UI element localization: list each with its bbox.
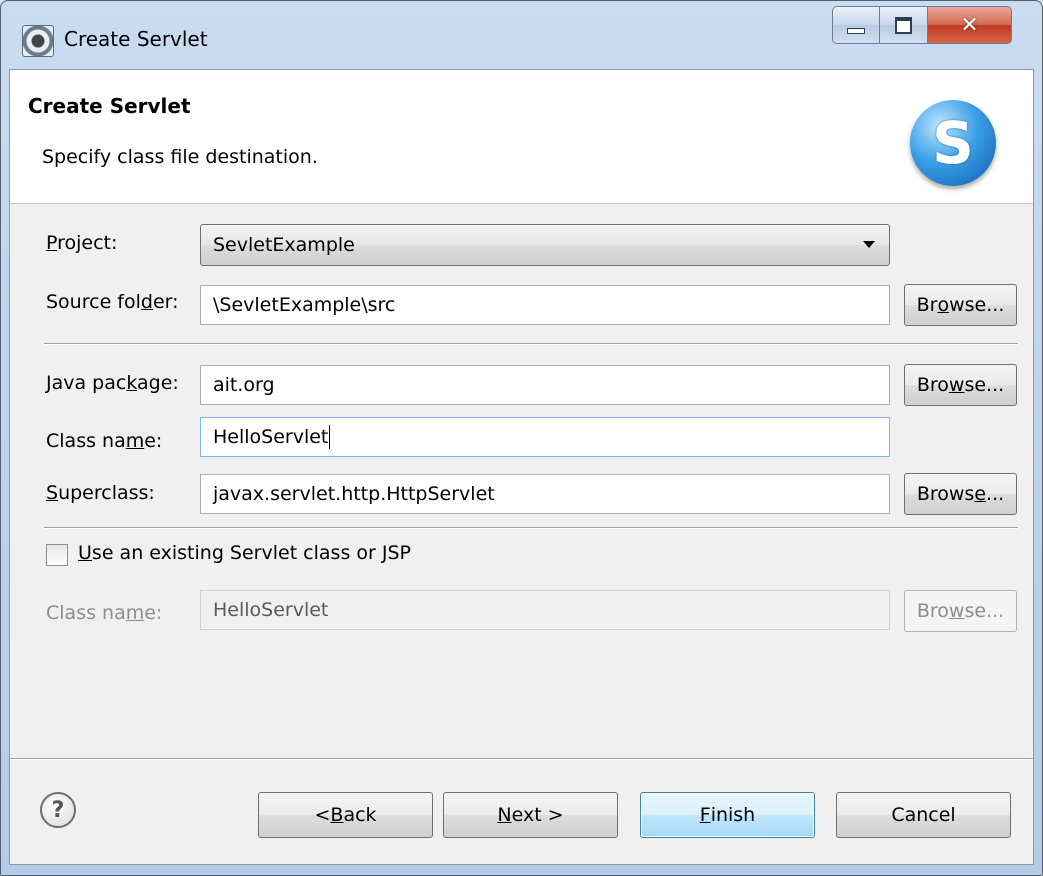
separator <box>44 343 1018 345</box>
existing-class-browse-button: Bro w se... <box>904 590 1017 632</box>
source-folder-label: Source folder: <box>46 291 179 313</box>
project-combo[interactable]: SevletExample <box>200 224 890 266</box>
help-icon[interactable]: ? <box>40 792 76 828</box>
java-package-browse-button[interactable]: Bro w se... <box>904 364 1017 406</box>
maximize-button[interactable] <box>880 6 928 44</box>
close-icon: ✕ <box>960 12 979 38</box>
minimize-icon <box>847 28 865 34</box>
title-bar[interactable]: Create Servlet ✕ <box>1 1 1042 69</box>
footer-separator <box>10 758 1033 760</box>
superclass-label: Superclass: <box>46 482 155 504</box>
java-package-input[interactable]: ait.org <box>200 365 890 405</box>
class-name-input[interactable]: HelloServlet <box>200 417 890 457</box>
wizard-banner: Create Servlet Specify class file destin… <box>10 70 1033 204</box>
window-title: Create Servlet <box>64 27 208 51</box>
next-button[interactable]: Next > <box>443 792 618 838</box>
close-button[interactable]: ✕ <box>928 6 1012 44</box>
back-button[interactable]: < Back <box>258 792 433 838</box>
eclipse-icon <box>22 25 54 57</box>
use-existing-checkbox[interactable] <box>46 544 68 566</box>
project-value: SevletExample <box>213 234 355 256</box>
separator <box>44 527 1018 529</box>
wizard-title: Create Servlet <box>28 94 191 118</box>
existing-class-name-input: HelloServlet <box>200 590 890 630</box>
create-servlet-window: Create Servlet ✕ Create Servlet Specify … <box>0 0 1043 876</box>
minimize-button[interactable] <box>832 6 880 44</box>
superclass-input[interactable]: javax.servlet.http.HttpServlet <box>200 474 890 514</box>
use-existing-label[interactable]: Use an existing Servlet class or JSP <box>78 542 411 564</box>
source-folder-browse-button[interactable]: Br o wse... <box>904 284 1017 326</box>
chevron-down-icon <box>863 241 875 248</box>
finish-button[interactable]: Finish <box>640 792 815 838</box>
java-package-label: Java package: <box>46 372 179 394</box>
superclass-browse-button[interactable]: Brows e... <box>904 473 1017 515</box>
maximize-icon <box>895 16 912 34</box>
project-label: Project: <box>46 232 118 254</box>
dialog-client-area: Create Servlet Specify class file destin… <box>9 69 1034 865</box>
class-name-label: Class name: <box>46 430 163 452</box>
cancel-button[interactable]: Cancel <box>836 792 1011 838</box>
servlet-wizard-icon: S <box>910 100 996 186</box>
wizard-description: Specify class file destination. <box>42 146 318 168</box>
existing-class-name-label: Class name: <box>46 602 163 624</box>
source-folder-input[interactable]: \SevletExample\src <box>200 285 890 325</box>
